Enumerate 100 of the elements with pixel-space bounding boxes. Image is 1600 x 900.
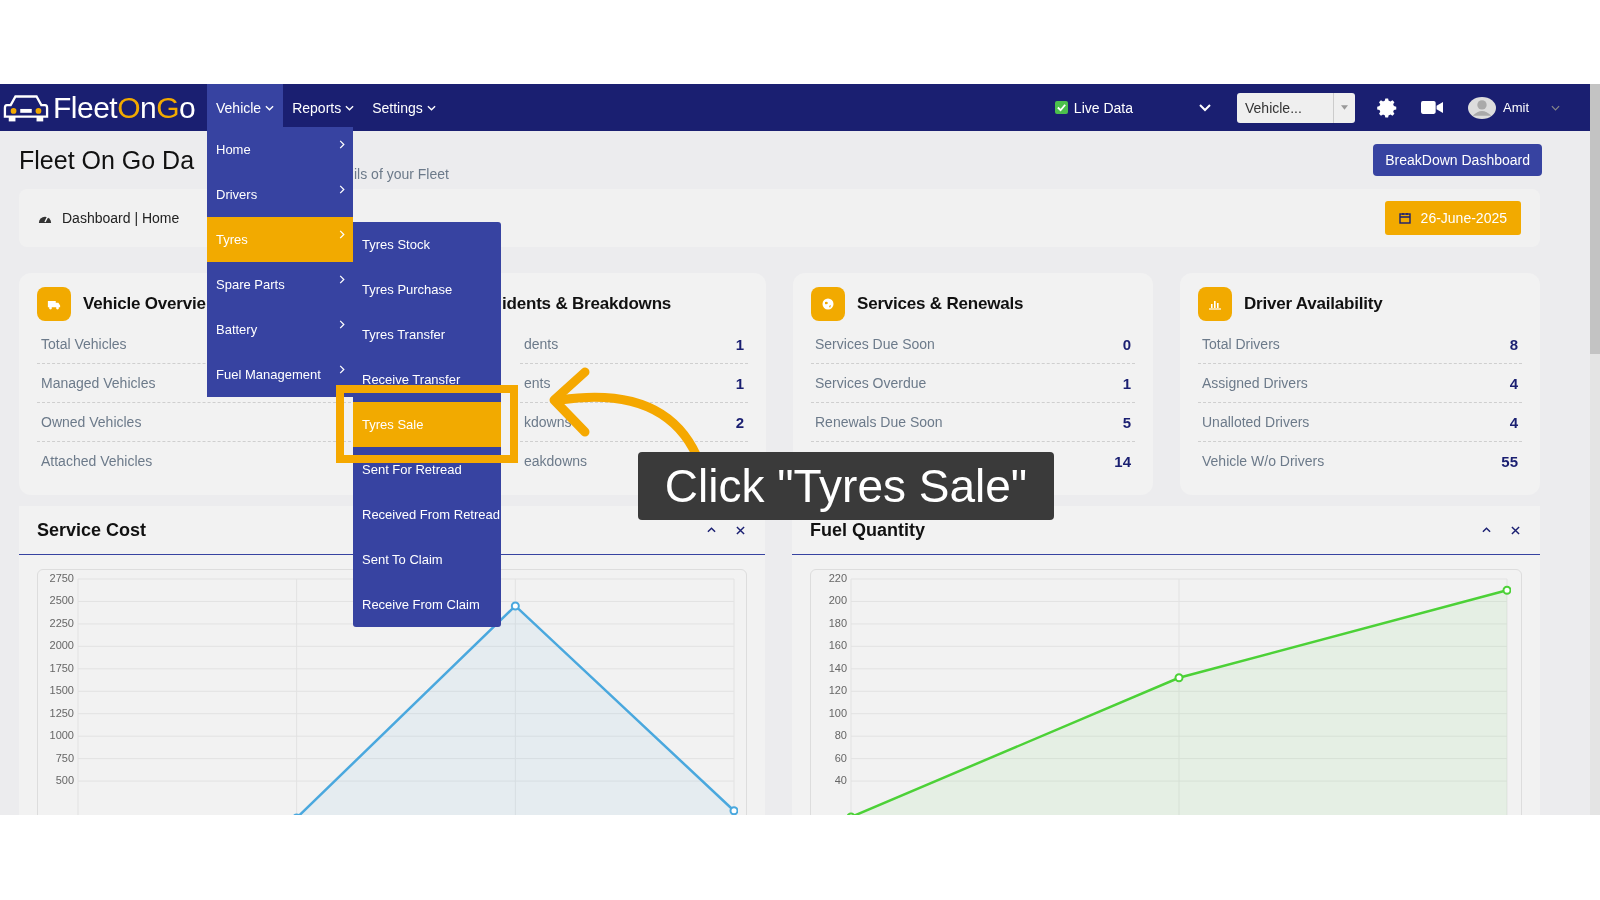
stat-value: 0	[1122, 335, 1131, 353]
nav-menu-item[interactable]: Settings	[363, 84, 445, 131]
chevron-down-icon[interactable]	[345, 104, 355, 111]
menu-item[interactable]: Received From Retread	[353, 492, 501, 537]
data-point	[1502, 585, 1511, 595]
stat-label: Renewals Due Soon	[815, 414, 943, 430]
stat-label: Assigned Drivers	[1202, 375, 1308, 391]
axis-tick-label: 100	[828, 706, 847, 719]
data-point	[1174, 673, 1184, 683]
chevron-right-icon[interactable]	[339, 275, 345, 284]
video-camera-icon[interactable]	[1421, 100, 1443, 115]
close-icon[interactable]	[736, 525, 745, 535]
axis-tick-label: 220	[828, 571, 847, 584]
page-title: Fleet On Go Da	[19, 145, 195, 175]
stat-value: 1	[735, 335, 744, 353]
panel-title: Fuel Quantity	[810, 519, 925, 541]
logo-text: FleetOnGo	[53, 90, 196, 125]
breakdown-dashboard-button[interactable]: BreakDown Dashboard	[1373, 144, 1542, 176]
stat-label: eakdowns	[524, 453, 588, 469]
panel-title: Service Cost	[37, 519, 147, 541]
axis-tick-label: 1500	[49, 684, 74, 697]
stat-label: dents	[524, 336, 559, 352]
axis-tick-label: 120	[828, 684, 847, 697]
stat-value: 5	[1122, 413, 1131, 431]
axis-tick-label: 180	[828, 616, 847, 629]
menu-item[interactable]: Spare Parts	[207, 262, 353, 307]
menu-item[interactable]: Sent To Claim	[353, 537, 501, 582]
axis-tick-label: 60	[834, 751, 847, 764]
axis-tick-label: 2000	[49, 639, 74, 652]
data-point	[729, 806, 738, 815]
dropdown-caret-icon[interactable]	[1333, 92, 1355, 123]
chevron-right-icon[interactable]	[339, 365, 345, 374]
close-icon[interactable]	[1511, 525, 1520, 535]
stat-label: Total Drivers	[1202, 336, 1280, 352]
truck-icon	[37, 287, 71, 321]
axis-tick-label: 80	[834, 729, 847, 742]
menu-item[interactable]: Tyres Transfer	[353, 312, 501, 357]
user-name[interactable]: Amit	[1503, 100, 1529, 115]
stat-value: 4	[1509, 374, 1518, 392]
chevron-down-icon[interactable]	[265, 104, 275, 111]
settings-icon[interactable]	[1377, 96, 1399, 119]
vehicle-select-field[interactable]: Vehicle...	[1237, 92, 1333, 123]
stat-value: 2	[735, 413, 744, 431]
stat-label: ents	[524, 375, 551, 391]
calendar-icon[interactable]	[1398, 212, 1411, 224]
stat-value: 8	[1509, 335, 1518, 353]
stat-label: Managed Vehicles	[41, 375, 156, 391]
chart-icon	[1198, 287, 1232, 321]
stat-label: Services Due Soon	[815, 336, 935, 352]
menu-item[interactable]: Receive From Claim	[353, 582, 501, 627]
collapse-icon[interactable]	[1482, 527, 1491, 533]
menu-item[interactable]: Tyres Purchase	[353, 267, 501, 312]
chevron-down-icon[interactable]	[1199, 103, 1211, 112]
live-data-checkbox[interactable]: Live Data	[1054, 99, 1133, 116]
stat-value: 14	[1114, 452, 1131, 470]
chevron-right-icon[interactable]	[339, 140, 345, 149]
stat-value: 55	[1501, 452, 1518, 470]
stat-label: kdowns	[524, 414, 572, 430]
stat-label: Vehicle W/o Drivers	[1202, 453, 1325, 469]
axis-tick-label: 1750	[49, 661, 74, 674]
axis-tick-label: 200	[828, 594, 847, 607]
menu-item[interactable]: Fuel Management	[207, 352, 353, 397]
axis-tick-label: 140	[828, 661, 847, 674]
instruction-callout: Click "Tyres Sale"	[638, 452, 1054, 520]
stat-value: 1	[1122, 374, 1131, 392]
card-title: idents & Breakdowns	[502, 294, 672, 314]
scrollbar-thumb[interactable]	[1590, 84, 1600, 354]
menu-item[interactable]: Battery	[207, 307, 353, 352]
menu-item[interactable]: Tyres Stock	[353, 222, 501, 267]
breadcrumb-text[interactable]: Dashboard | Home	[62, 210, 180, 226]
stat-value: 1	[735, 374, 744, 392]
axis-tick-label: 2750	[49, 571, 74, 584]
axis-tick-label: 2250	[49, 616, 74, 629]
page-subtitle: ils of your Fleet	[354, 166, 449, 182]
data-point	[510, 601, 520, 611]
caret-icon[interactable]	[1551, 104, 1560, 111]
chevron-right-icon[interactable]	[339, 320, 345, 329]
card-title: Vehicle Overvie	[83, 294, 206, 314]
checkmark-icon[interactable]	[1055, 102, 1067, 113]
chevron-right-icon[interactable]	[339, 185, 345, 194]
card-title: Driver Availability	[1244, 294, 1383, 314]
axis-tick-label: 40	[834, 774, 847, 786]
stat-label: Unalloted Drivers	[1202, 414, 1310, 430]
menu-item[interactable]: Receive Transfer	[353, 357, 501, 402]
axis-tick-label: 160	[828, 639, 847, 652]
menu-item[interactable]: Sent For Retread	[353, 447, 501, 492]
stat-label: Services Overdue	[815, 375, 927, 391]
axis-tick-label: 1250	[49, 706, 74, 719]
chevron-down-icon[interactable]	[426, 104, 436, 111]
axis-tick-label: 750	[55, 751, 74, 764]
card-title: Services & Renewals	[857, 294, 1024, 314]
stat-value: 4	[1509, 413, 1518, 431]
stat-label: Attached Vehicles	[41, 453, 153, 469]
stat-label: Owned Vehicles	[41, 414, 142, 430]
globe-icon	[811, 287, 845, 321]
collapse-icon[interactable]	[707, 527, 716, 533]
axis-tick-label: 1000	[49, 729, 74, 742]
menu-item[interactable]: Drivers	[207, 172, 353, 217]
data-point	[846, 812, 856, 815]
stat-label: Total Vehicles	[41, 336, 127, 352]
